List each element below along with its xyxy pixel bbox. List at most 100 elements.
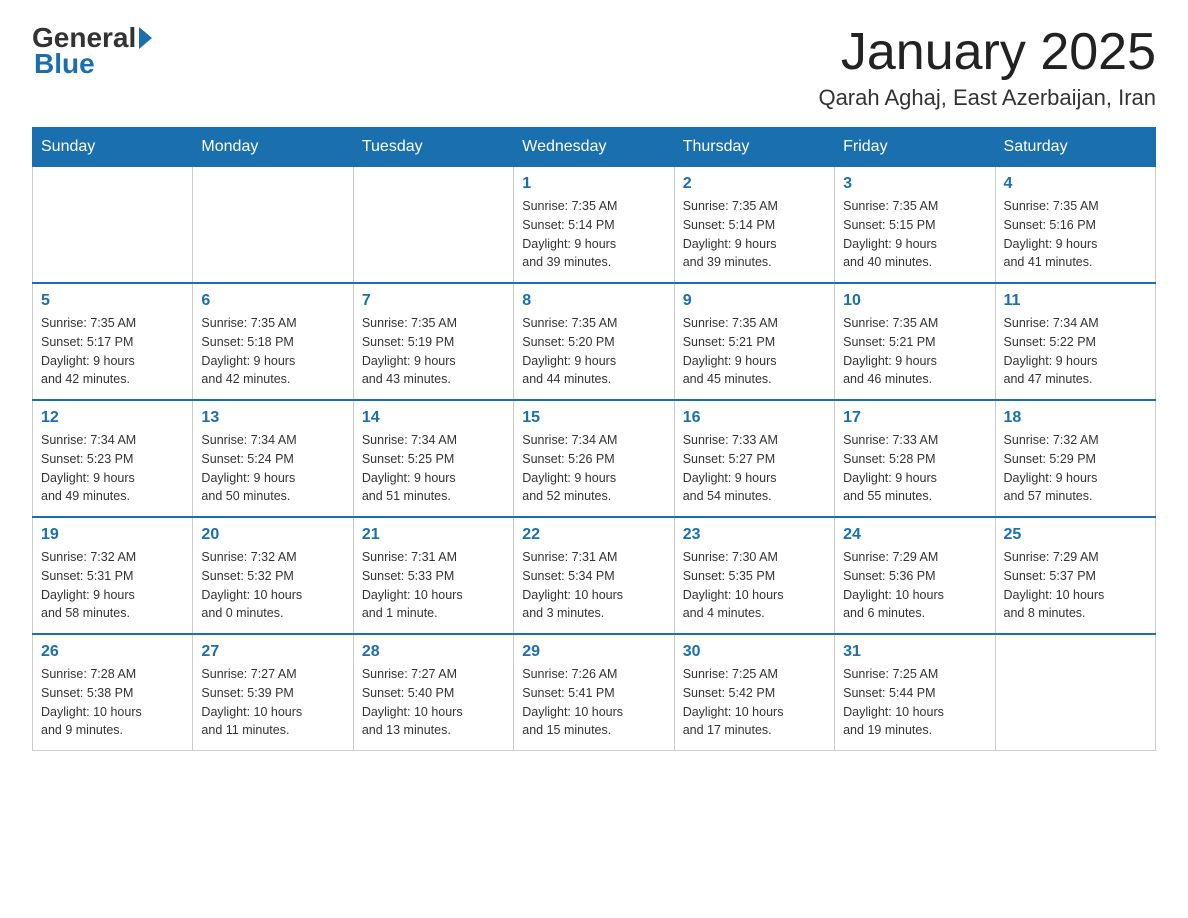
day-number: 1	[522, 175, 665, 193]
calendar-cell	[33, 167, 193, 284]
weekday-header-monday: Monday	[193, 128, 353, 167]
day-number: 7	[362, 292, 505, 310]
calendar-cell: 28Sunrise: 7:27 AM Sunset: 5:40 PM Dayli…	[353, 634, 513, 751]
day-number: 4	[1004, 175, 1147, 193]
logo-arrow-icon	[139, 27, 152, 49]
day-number: 16	[683, 409, 826, 427]
weekday-header-row: SundayMondayTuesdayWednesdayThursdayFrid…	[33, 128, 1156, 167]
day-info: Sunrise: 7:35 AM Sunset: 5:21 PM Dayligh…	[843, 314, 986, 389]
day-info: Sunrise: 7:30 AM Sunset: 5:35 PM Dayligh…	[683, 548, 826, 623]
day-info: Sunrise: 7:29 AM Sunset: 5:37 PM Dayligh…	[1004, 548, 1147, 623]
day-info: Sunrise: 7:35 AM Sunset: 5:14 PM Dayligh…	[522, 197, 665, 272]
day-number: 24	[843, 526, 986, 544]
calendar-cell: 16 Sunrise: 7:33 AM Sunset: 5:27 PM Dayli…	[674, 400, 834, 517]
day-info: Sunrise: 7:35 AM Sunset: 5:18 PM Dayligh…	[201, 314, 344, 389]
calendar-cell: 29 Sunrise: 7:26 AM Sunset: 5:41 PM Dayli…	[514, 634, 674, 751]
day-info: Sunrise: 7:35 AM Sunset: 5:17 PM Dayligh…	[41, 314, 184, 389]
weekday-header-sunday: Sunday	[33, 128, 193, 167]
calendar-cell	[995, 634, 1155, 751]
location-subtitle: Qarah Aghaj, East Azerbaijan, Iran	[818, 85, 1156, 111]
day-info: Sunrise: 7:29 AM Sunset: 5:36 PM Dayligh…	[843, 548, 986, 623]
calendar-cell: 31Sunrise: 7:25 AM Sunset: 5:44 PM Dayli…	[835, 634, 995, 751]
day-number: 17	[843, 409, 986, 427]
calendar-cell: 20 Sunrise: 7:32 AM Sunset: 5:32 PM Dayli…	[193, 517, 353, 634]
day-info: Sunrise: 7:35 AM Sunset: 5:15 PM Dayligh…	[843, 197, 986, 272]
day-number: 9	[683, 292, 826, 310]
day-info: Sunrise: 7:34 AM Sunset: 5:23 PM Dayligh…	[41, 431, 184, 506]
calendar-cell: 19 Sunrise: 7:32 AM Sunset: 5:31 PM Dayli…	[33, 517, 193, 634]
calendar-table: SundayMondayTuesdayWednesdayThursdayFrid…	[32, 127, 1156, 751]
calendar-cell: 24 Sunrise: 7:29 AM Sunset: 5:36 PM Dayli…	[835, 517, 995, 634]
day-number: 5	[41, 292, 184, 310]
page-header: General Blue January 2025 Qarah Aghaj, E…	[32, 24, 1156, 111]
day-info: Sunrise: 7:28 AM Sunset: 5:38 PM Dayligh…	[41, 665, 184, 740]
day-info: Sunrise: 7:35 AM Sunset: 5:16 PM Dayligh…	[1004, 197, 1147, 272]
day-number: 10	[843, 292, 986, 310]
day-number: 21	[362, 526, 505, 544]
logo-blue-text: Blue	[34, 48, 95, 79]
logo: General Blue	[32, 24, 153, 80]
calendar-cell: 18Sunrise: 7:32 AM Sunset: 5:29 PM Dayli…	[995, 400, 1155, 517]
calendar-cell: 9Sunrise: 7:35 AM Sunset: 5:21 PM Daylig…	[674, 283, 834, 400]
weekday-header-tuesday: Tuesday	[353, 128, 513, 167]
calendar-cell: 12 Sunrise: 7:34 AM Sunset: 5:23 PM Dayli…	[33, 400, 193, 517]
day-number: 12	[41, 409, 184, 427]
calendar-cell: 6 Sunrise: 7:35 AM Sunset: 5:18 PM Daylig…	[193, 283, 353, 400]
calendar-cell: 10 Sunrise: 7:35 AM Sunset: 5:21 PM Dayli…	[835, 283, 995, 400]
week-row-5: 26 Sunrise: 7:28 AM Sunset: 5:38 PM Dayli…	[33, 634, 1156, 751]
day-number: 6	[201, 292, 344, 310]
week-row-1: 1 Sunrise: 7:35 AM Sunset: 5:14 PM Daylig…	[33, 167, 1156, 284]
calendar-cell: 30 Sunrise: 7:25 AM Sunset: 5:42 PM Dayli…	[674, 634, 834, 751]
day-info: Sunrise: 7:34 AM Sunset: 5:24 PM Dayligh…	[201, 431, 344, 506]
day-number: 30	[683, 643, 826, 661]
calendar-cell: 15 Sunrise: 7:34 AM Sunset: 5:26 PM Dayli…	[514, 400, 674, 517]
calendar-cell: 1 Sunrise: 7:35 AM Sunset: 5:14 PM Daylig…	[514, 167, 674, 284]
day-info: Sunrise: 7:32 AM Sunset: 5:31 PM Dayligh…	[41, 548, 184, 623]
day-info: Sunrise: 7:33 AM Sunset: 5:27 PM Dayligh…	[683, 431, 826, 506]
calendar-cell: 11 Sunrise: 7:34 AM Sunset: 5:22 PM Dayli…	[995, 283, 1155, 400]
calendar-cell: 8Sunrise: 7:35 AM Sunset: 5:20 PM Daylig…	[514, 283, 674, 400]
weekday-header-wednesday: Wednesday	[514, 128, 674, 167]
day-number: 25	[1004, 526, 1147, 544]
day-info: Sunrise: 7:32 AM Sunset: 5:32 PM Dayligh…	[201, 548, 344, 623]
calendar-cell: 23Sunrise: 7:30 AM Sunset: 5:35 PM Dayli…	[674, 517, 834, 634]
weekday-header-friday: Friday	[835, 128, 995, 167]
day-number: 14	[362, 409, 505, 427]
day-info: Sunrise: 7:33 AM Sunset: 5:28 PM Dayligh…	[843, 431, 986, 506]
day-number: 8	[522, 292, 665, 310]
calendar-cell	[193, 167, 353, 284]
day-number: 27	[201, 643, 344, 661]
day-info: Sunrise: 7:34 AM Sunset: 5:25 PM Dayligh…	[362, 431, 505, 506]
day-info: Sunrise: 7:35 AM Sunset: 5:19 PM Dayligh…	[362, 314, 505, 389]
day-info: Sunrise: 7:31 AM Sunset: 5:34 PM Dayligh…	[522, 548, 665, 623]
day-number: 29	[522, 643, 665, 661]
week-row-3: 12 Sunrise: 7:34 AM Sunset: 5:23 PM Dayli…	[33, 400, 1156, 517]
day-info: Sunrise: 7:34 AM Sunset: 5:22 PM Dayligh…	[1004, 314, 1147, 389]
calendar-cell: 7 Sunrise: 7:35 AM Sunset: 5:19 PM Daylig…	[353, 283, 513, 400]
day-number: 15	[522, 409, 665, 427]
day-info: Sunrise: 7:26 AM Sunset: 5:41 PM Dayligh…	[522, 665, 665, 740]
day-number: 26	[41, 643, 184, 661]
calendar-cell: 2Sunrise: 7:35 AM Sunset: 5:14 PM Daylig…	[674, 167, 834, 284]
calendar-cell: 25 Sunrise: 7:29 AM Sunset: 5:37 PM Dayli…	[995, 517, 1155, 634]
weekday-header-thursday: Thursday	[674, 128, 834, 167]
calendar-cell: 22Sunrise: 7:31 AM Sunset: 5:34 PM Dayli…	[514, 517, 674, 634]
day-info: Sunrise: 7:27 AM Sunset: 5:39 PM Dayligh…	[201, 665, 344, 740]
day-number: 28	[362, 643, 505, 661]
day-info: Sunrise: 7:35 AM Sunset: 5:14 PM Dayligh…	[683, 197, 826, 272]
day-info: Sunrise: 7:32 AM Sunset: 5:29 PM Dayligh…	[1004, 431, 1147, 506]
main-title: January 2025	[818, 24, 1156, 81]
day-info: Sunrise: 7:25 AM Sunset: 5:42 PM Dayligh…	[683, 665, 826, 740]
day-number: 11	[1004, 292, 1147, 310]
calendar-cell: 26 Sunrise: 7:28 AM Sunset: 5:38 PM Dayli…	[33, 634, 193, 751]
day-number: 31	[843, 643, 986, 661]
day-info: Sunrise: 7:31 AM Sunset: 5:33 PM Dayligh…	[362, 548, 505, 623]
day-number: 19	[41, 526, 184, 544]
weekday-header-saturday: Saturday	[995, 128, 1155, 167]
day-info: Sunrise: 7:34 AM Sunset: 5:26 PM Dayligh…	[522, 431, 665, 506]
day-number: 20	[201, 526, 344, 544]
week-row-4: 19 Sunrise: 7:32 AM Sunset: 5:31 PM Dayli…	[33, 517, 1156, 634]
calendar-cell: 21 Sunrise: 7:31 AM Sunset: 5:33 PM Dayli…	[353, 517, 513, 634]
calendar-cell: 14 Sunrise: 7:34 AM Sunset: 5:25 PM Dayli…	[353, 400, 513, 517]
calendar-cell: 27 Sunrise: 7:27 AM Sunset: 5:39 PM Dayli…	[193, 634, 353, 751]
